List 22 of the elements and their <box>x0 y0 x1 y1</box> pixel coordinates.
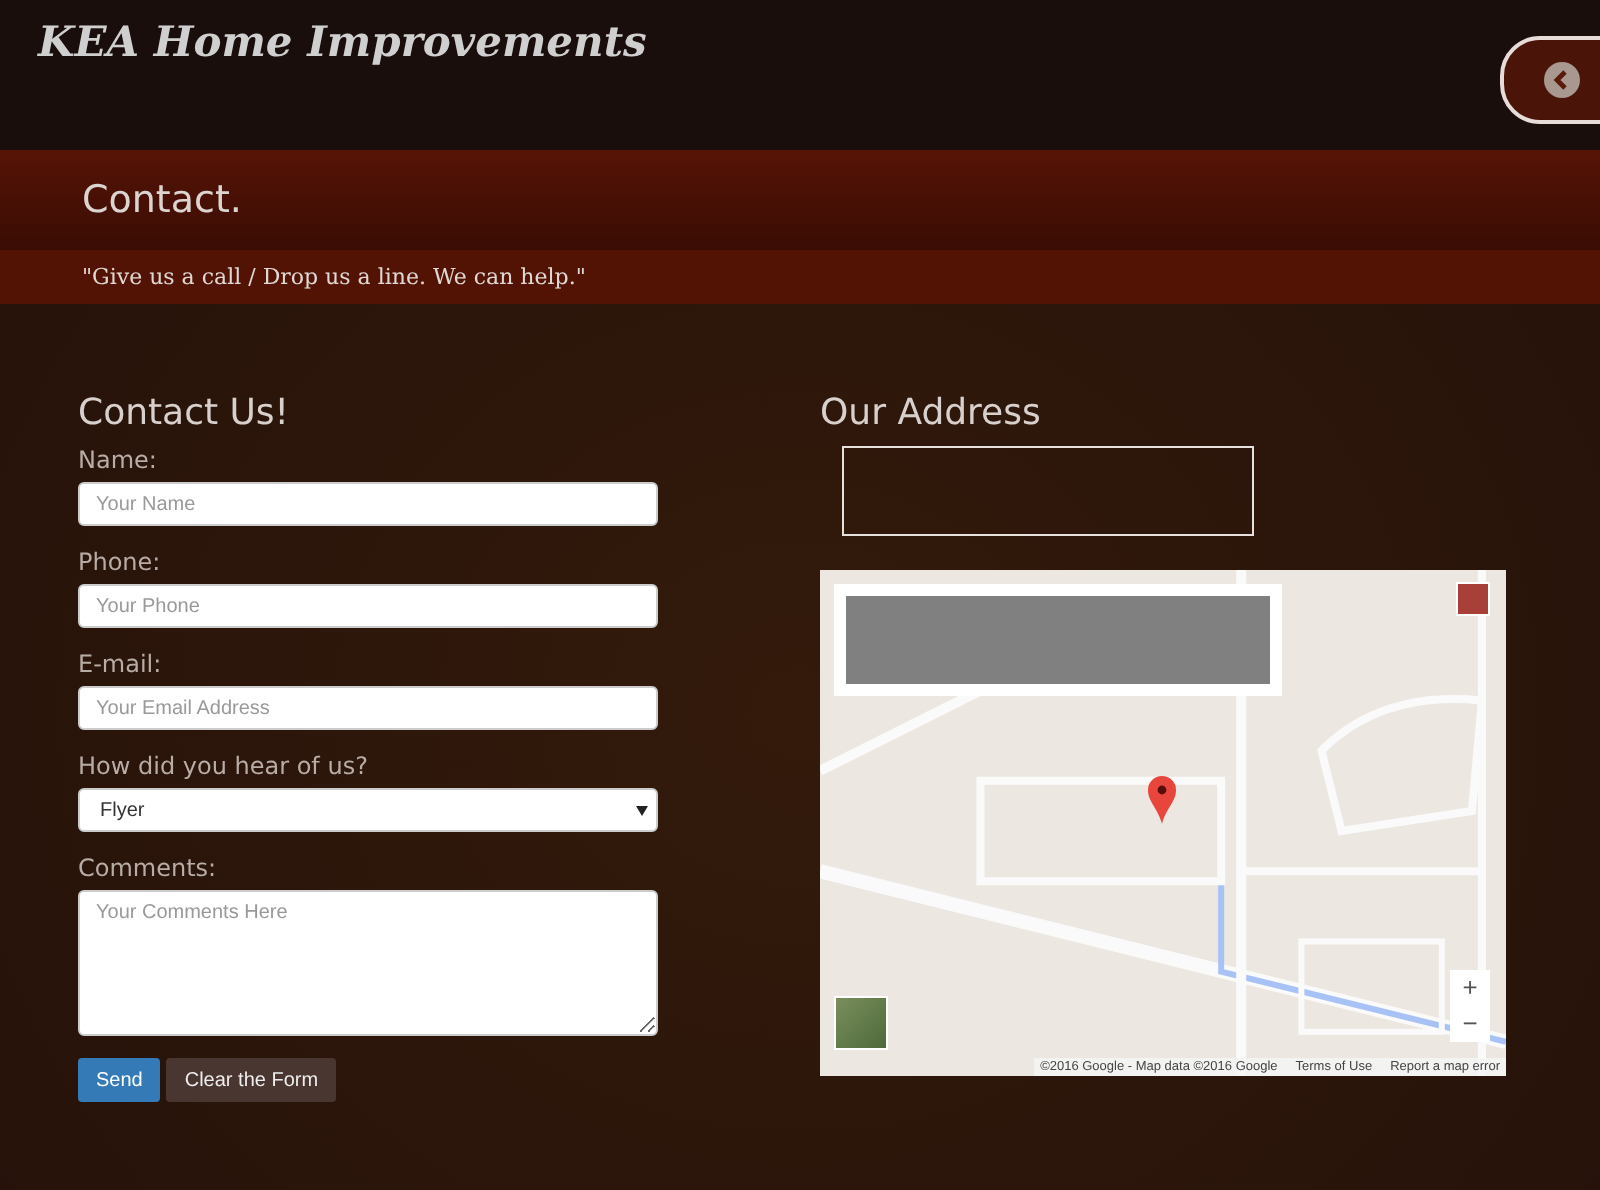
comments-field[interactable]: Your Comments Here <box>78 890 658 1036</box>
field-label: How did you hear of us? <box>78 752 370 780</box>
send-button[interactable]: Send <box>78 1058 161 1102</box>
field-label: Name: <box>78 446 159 474</box>
section-heading: Our Address <box>820 392 1043 434</box>
chevron-left-icon <box>1544 62 1580 98</box>
caret-icon <box>636 805 648 815</box>
field-label: Phone: <box>78 548 163 576</box>
input-field[interactable]: Your Phone <box>78 584 658 628</box>
input-field[interactable]: Your Email Address <box>78 686 658 730</box>
clear-button[interactable]: Clear the Form <box>166 1058 337 1102</box>
select-field[interactable]: Flyer <box>78 788 658 832</box>
tagline: "Give us a call / Drop us a line. We can help." <box>82 264 586 290</box>
field-label: E-mail: <box>78 650 164 678</box>
map-pin-icon <box>1148 776 1176 824</box>
section-heading: Contact Us! <box>78 392 292 434</box>
back-button[interactable] <box>1500 36 1600 124</box>
site-title: KEA Home Improvements <box>38 16 647 66</box>
input-field[interactable]: Your Name <box>78 482 658 526</box>
page-title: Contact. <box>82 178 242 222</box>
field-label: Comments: <box>78 854 219 882</box>
satellite-toggle[interactable] <box>834 996 888 1050</box>
